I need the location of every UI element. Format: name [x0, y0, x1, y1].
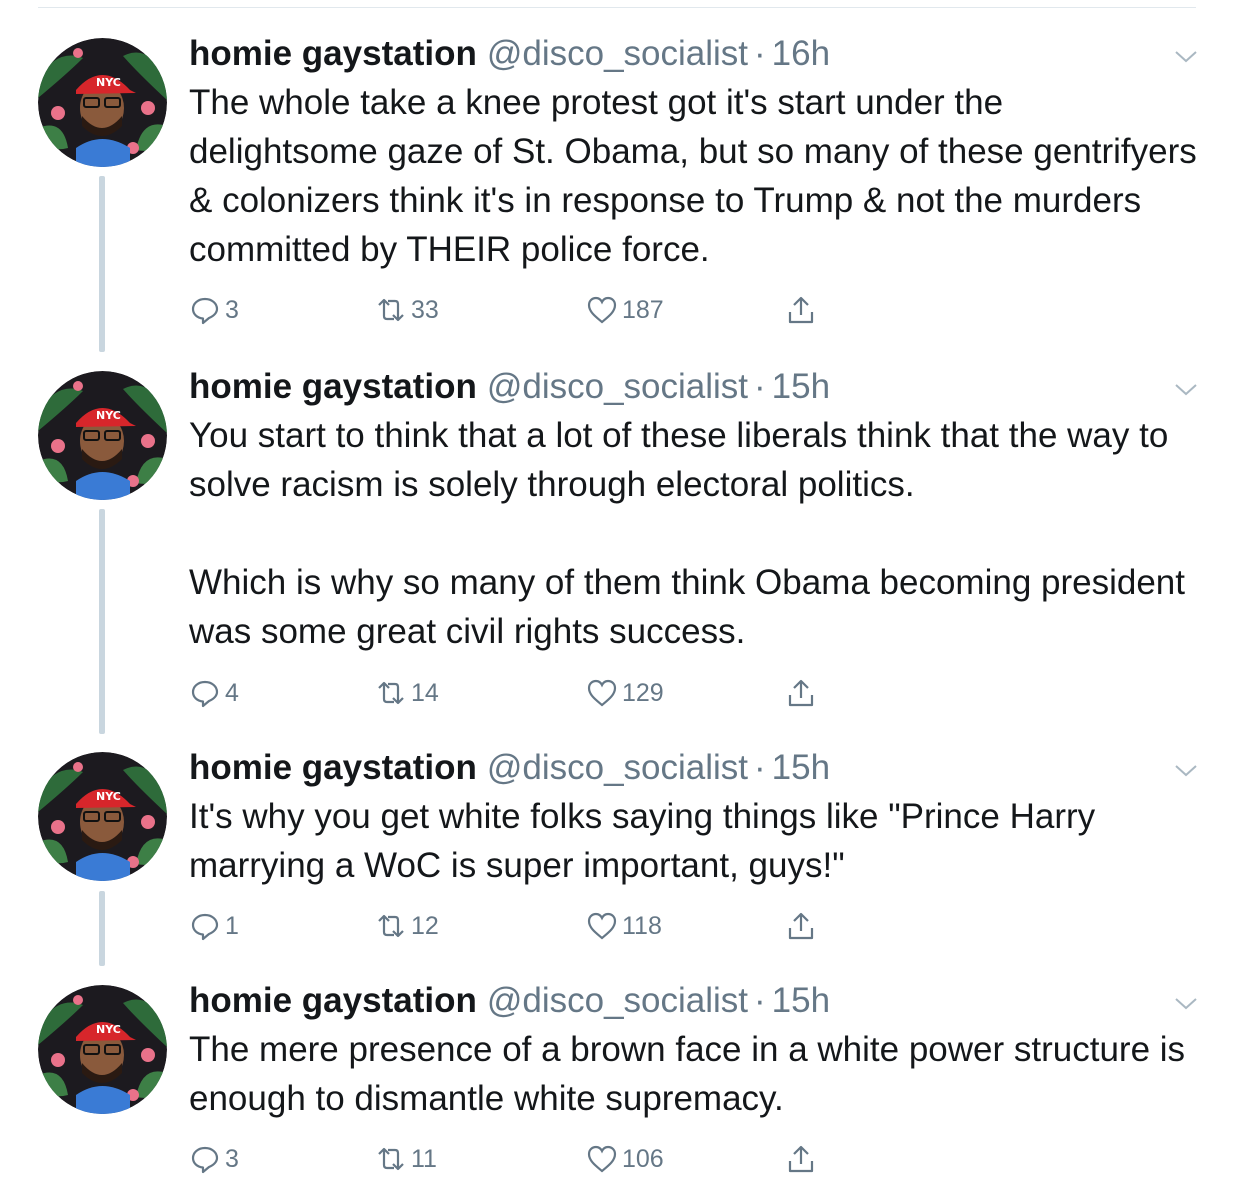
tweet-actions: 3 11 106 [189, 1139, 849, 1179]
like-count: 187 [622, 295, 664, 324]
share-icon [788, 1145, 814, 1173]
share-icon [788, 679, 814, 707]
avatar[interactable]: NYC [38, 752, 167, 881]
tweet-text: The whole take a knee protest got it's s… [189, 83, 1207, 269]
retweet-icon [378, 914, 404, 938]
like-count: 106 [622, 1144, 664, 1173]
like-count: 129 [622, 678, 664, 707]
reply-count: 1 [225, 911, 239, 940]
svg-text:NYC: NYC [96, 1023, 121, 1036]
reply-count: 3 [225, 295, 239, 324]
username[interactable]: @disco_socialist [487, 977, 748, 1025]
reply-icon [191, 913, 219, 941]
like-button[interactable]: 118 [586, 906, 662, 946]
tweet-text: The mere presence of a brown face in a w… [189, 1030, 1195, 1118]
reply-button[interactable]: 3 [189, 290, 239, 330]
retweet-count: 14 [411, 678, 439, 707]
heart-icon [587, 296, 617, 324]
timestamp[interactable]: 16h [772, 30, 830, 78]
tweet-header: homie gaystation @disco_socialist · 15h [189, 977, 1199, 1025]
timestamp[interactable]: 15h [772, 363, 830, 411]
avatar[interactable]: NYC [38, 38, 167, 167]
like-count: 118 [622, 911, 662, 940]
separator-dot: · [754, 34, 766, 73]
thread-connector [99, 891, 105, 966]
share-button[interactable] [785, 673, 817, 713]
tweet-header: homie gaystation @disco_socialist · 15h [189, 744, 1199, 792]
separator-dot: · [754, 748, 766, 787]
retweet-count: 11 [411, 1144, 437, 1173]
heart-icon [587, 679, 617, 707]
avatar-image: NYC [38, 985, 167, 1114]
tweet-header: homie gaystation @disco_socialist · 16h [189, 30, 1199, 78]
reply-icon [191, 297, 219, 325]
share-icon [788, 296, 814, 324]
chevron-down-icon[interactable] [1172, 760, 1200, 780]
heart-icon [587, 1145, 617, 1173]
top-divider [38, 7, 1196, 8]
like-button[interactable]: 187 [586, 290, 664, 330]
avatar[interactable]: NYC [38, 985, 167, 1114]
retweet-icon [378, 298, 404, 322]
avatar-image: NYC [38, 371, 167, 500]
reply-count: 4 [225, 678, 239, 707]
svg-text:NYC: NYC [96, 409, 121, 422]
heart-icon [587, 912, 617, 940]
svg-text:NYC: NYC [96, 790, 121, 803]
retweet-icon [378, 1147, 404, 1171]
like-button[interactable]: 106 [586, 1139, 664, 1179]
timestamp[interactable]: 15h [772, 744, 830, 792]
retweet-count: 12 [411, 911, 439, 940]
avatar[interactable]: NYC [38, 371, 167, 500]
retweet-button[interactable]: 33 [375, 290, 439, 330]
thread-connector [99, 509, 105, 734]
chevron-down-icon[interactable] [1172, 46, 1200, 66]
share-button[interactable] [785, 290, 817, 330]
chevron-down-icon[interactable] [1172, 379, 1200, 399]
tweet-actions: 1 12 118 [189, 906, 849, 946]
username[interactable]: @disco_socialist [487, 363, 748, 411]
reply-icon [191, 1146, 219, 1174]
tweet-text: It's why you get white folks saying thin… [189, 797, 1105, 885]
share-button[interactable] [785, 906, 817, 946]
tweet-actions: 3 33 187 [189, 290, 849, 330]
display-name[interactable]: homie gaystation [189, 744, 477, 792]
separator-dot: · [754, 981, 766, 1020]
separator-dot: · [754, 367, 766, 406]
reply-button[interactable]: 1 [189, 906, 239, 946]
reply-count: 3 [225, 1144, 239, 1173]
avatar-image: NYC [38, 752, 167, 881]
share-button[interactable] [785, 1139, 817, 1179]
share-icon [788, 912, 814, 940]
username[interactable]: @disco_socialist [487, 744, 748, 792]
reply-icon [191, 680, 219, 708]
chevron-down-icon[interactable] [1172, 993, 1200, 1013]
username[interactable]: @disco_socialist [487, 30, 748, 78]
retweet-button[interactable]: 12 [375, 906, 439, 946]
svg-text:NYC: NYC [96, 76, 121, 89]
timestamp[interactable]: 15h [772, 977, 830, 1025]
reply-button[interactable]: 4 [189, 673, 239, 713]
retweet-icon [378, 681, 404, 705]
tweet-header: homie gaystation @disco_socialist · 15h [189, 363, 1199, 411]
display-name[interactable]: homie gaystation [189, 363, 477, 411]
thread-connector [99, 176, 105, 352]
like-button[interactable]: 129 [586, 673, 664, 713]
display-name[interactable]: homie gaystation [189, 977, 477, 1025]
tweet-text: You start to think that a lot of these l… [189, 416, 1185, 651]
retweet-count: 33 [411, 295, 439, 324]
retweet-button[interactable]: 11 [375, 1139, 437, 1179]
tweet-actions: 4 14 129 [189, 673, 849, 713]
reply-button[interactable]: 3 [189, 1139, 239, 1179]
avatar-image: NYC [38, 38, 167, 167]
display-name[interactable]: homie gaystation [189, 30, 477, 78]
retweet-button[interactable]: 14 [375, 673, 439, 713]
